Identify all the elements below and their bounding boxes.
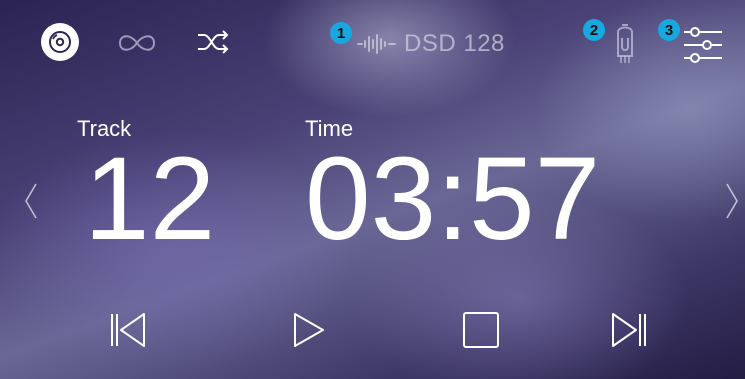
top-bar: 1 DSD 128 2 3 bbox=[0, 14, 745, 70]
format-text: DSD 128 bbox=[404, 30, 505, 57]
player-screen: 1 DSD 128 2 3 Track 12 Time 03:57 bbox=[0, 0, 745, 379]
settings-button[interactable] bbox=[682, 24, 724, 66]
waveform-icon bbox=[357, 34, 396, 54]
skip-next-icon bbox=[612, 313, 646, 347]
infinity-repeat-icon bbox=[118, 35, 156, 51]
chevron-left-icon bbox=[25, 183, 37, 219]
shuffle-button[interactable] bbox=[195, 27, 231, 57]
disc-icon bbox=[49, 31, 71, 53]
stop-icon bbox=[463, 312, 499, 348]
next-page-arrow[interactable] bbox=[724, 181, 740, 221]
format-indicator: DSD 128 bbox=[356, 30, 505, 57]
vacuum-tube-icon bbox=[617, 24, 633, 63]
skip-previous-icon bbox=[111, 313, 145, 347]
next-track-button[interactable] bbox=[609, 310, 649, 350]
previous-track-button[interactable] bbox=[108, 310, 148, 350]
tube-button[interactable] bbox=[610, 20, 640, 66]
chevron-right-icon bbox=[726, 183, 738, 219]
play-icon bbox=[294, 313, 324, 347]
callout-badge-2: 2 bbox=[583, 19, 605, 41]
repeat-button[interactable] bbox=[115, 30, 159, 56]
callout-badge-1: 1 bbox=[330, 22, 352, 44]
source-disc-button[interactable] bbox=[41, 23, 79, 61]
stop-button[interactable] bbox=[461, 310, 501, 350]
sliders-icon bbox=[684, 27, 722, 63]
callout-badge-3: 3 bbox=[658, 19, 680, 41]
shuffle-icon bbox=[198, 30, 229, 54]
track-number: 12 bbox=[84, 133, 216, 265]
play-button[interactable] bbox=[289, 310, 329, 350]
previous-page-arrow[interactable] bbox=[23, 181, 39, 221]
elapsed-time: 03:57 bbox=[305, 133, 601, 265]
